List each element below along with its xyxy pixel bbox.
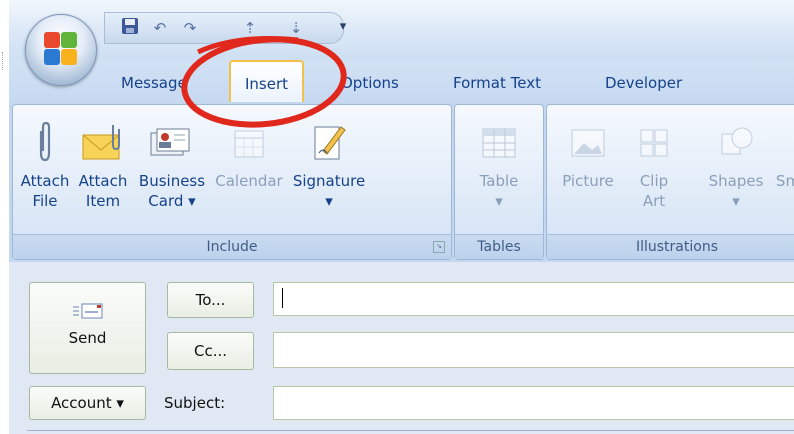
text-caret [282,288,283,308]
group-label-illustrations: Illustrations [547,234,794,259]
tab-format-text[interactable]: Format Text [453,74,541,92]
quick-access-toolbar: ↶ ↷ ⇡ ⇣ [104,12,344,44]
smartart-icon [773,115,794,171]
redo-icon[interactable]: ↷ [179,17,201,39]
clip-art-icon [629,115,679,171]
smartart-button[interactable]: Sm [773,115,794,191]
calendar-icon [213,115,285,171]
to-field[interactable] [273,282,794,316]
customize-qat-icon[interactable]: ▾ [332,16,354,38]
grip-separator [2,52,6,70]
calendar-button[interactable]: Calendar [213,115,285,191]
send-button[interactable]: Send [29,282,146,374]
clip-art-button[interactable]: Clip Art [629,115,679,211]
picture-icon [553,115,623,171]
save-icon[interactable] [119,17,141,39]
business-card-icon [133,115,211,171]
picture-button[interactable]: Picture [553,115,623,191]
tab-message[interactable]: Message [121,74,187,92]
attach-item-button[interactable]: Attach Item [75,115,131,211]
undo-icon[interactable]: ↶ [149,17,171,39]
subject-label: Subject: [164,394,226,412]
account-button[interactable]: Account ▾ [29,386,146,420]
subject-field[interactable] [273,386,794,420]
cc-button[interactable]: Cc... [167,332,254,370]
envelope-clip-icon [75,115,131,171]
signature-icon [285,115,373,171]
ribbon: Attach File Attach Item Business Card ▾ … [9,102,794,262]
tab-insert[interactable]: Insert [229,60,305,104]
office-logo-icon [44,32,78,66]
office-button[interactable] [25,14,97,86]
tab-developer[interactable]: Developer [605,74,682,92]
title-bar: ↶ ↷ ⇡ ⇣ ▾ [9,0,794,60]
ribbon-tabs: Message Insert Options Format Text Devel… [9,60,794,104]
paperclip-icon [19,115,71,171]
shapes-button[interactable]: Shapes ▾ [703,115,769,211]
send-envelope-icon [30,301,145,325]
message-header-area: Send To... Cc... Account ▾ Subject: [9,262,794,434]
group-tables: Table ▾ Tables [454,104,544,260]
tab-options[interactable]: Options [341,74,399,92]
arrow-up-icon[interactable]: ⇡ [239,17,261,39]
attach-file-button[interactable]: Attach File [19,115,71,211]
window-left-edge [0,0,9,434]
dialog-launcher-icon[interactable]: ↘ [433,241,445,253]
header-bottom-border [27,430,794,431]
table-icon [463,115,535,171]
group-label-include: Include [13,234,451,259]
shapes-icon [703,115,769,171]
arrow-down-icon[interactable]: ⇣ [285,17,307,39]
group-label-tables: Tables [455,234,543,259]
cc-field[interactable] [273,332,794,368]
signature-button[interactable]: Signature ▾ [285,115,373,211]
table-button[interactable]: Table ▾ [463,115,535,211]
group-illustrations: Picture Clip Art Shapes ▾ Sm Illustratio… [546,104,794,260]
group-include: Attach File Attach Item Business Card ▾ … [12,104,452,260]
send-label: Send [68,329,107,347]
to-button[interactable]: To... [167,282,254,318]
business-card-button[interactable]: Business Card ▾ [133,115,211,211]
